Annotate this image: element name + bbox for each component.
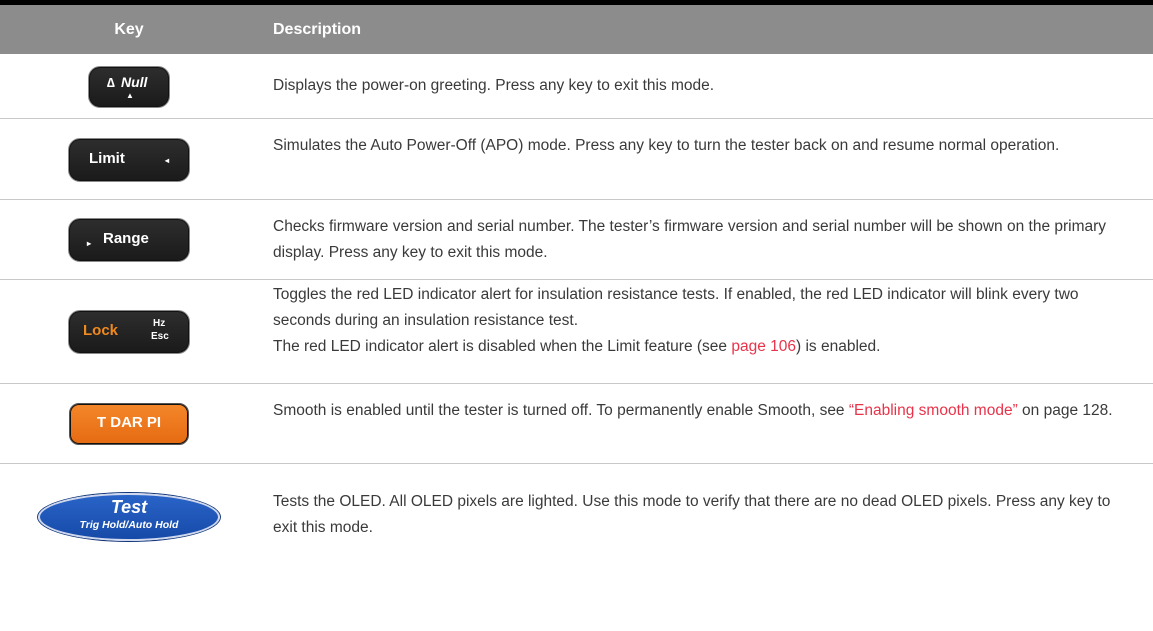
description-note: The red LED indicator alert is disabled … xyxy=(273,334,1118,360)
key-label: Limit xyxy=(89,149,125,167)
key-cell: ▸ Range xyxy=(0,200,258,280)
note-text: The red LED indicator alert is disabled … xyxy=(273,338,732,355)
key-label: Null xyxy=(121,73,148,90)
header-key: Key xyxy=(114,21,144,38)
key-sublabel: Trig Hold/Auto Hold xyxy=(79,518,179,531)
row-description: Smooth is enabled until the tester is tu… xyxy=(273,398,1118,424)
row-description: Displays the power-on greeting. Press an… xyxy=(273,73,1118,99)
description-text: Toggles the red LED indicator alert for … xyxy=(273,286,1079,329)
description-text: Smooth is enabled until the tester is tu… xyxy=(273,398,1118,424)
table-row: Test Trig Hold/Auto Hold Tests the OLED.… xyxy=(0,464,1153,569)
key-label: Lock xyxy=(83,322,119,339)
limit-key-icon: Limit ◂ xyxy=(68,137,190,182)
row-description: Checks firmware version and serial numbe… xyxy=(273,214,1118,266)
note-text-end: ) is enabled. xyxy=(796,338,881,355)
key-label: Test xyxy=(110,496,148,517)
header-description: Description xyxy=(273,21,362,38)
range-key-icon: ▸ Range xyxy=(68,218,190,262)
key-sublabel-esc: Esc xyxy=(151,331,169,342)
table-row: T DAR PI Smooth is enabled until the tes… xyxy=(0,384,1153,464)
lock-key-icon: Lock Hz Esc xyxy=(68,310,190,354)
key-sublabel-hz: Hz xyxy=(153,318,166,329)
key-cell: ∆ Null ▲ xyxy=(0,54,258,119)
key-cell: Test Trig Hold/Auto Hold xyxy=(0,464,258,569)
description-text: Displays the power-on greeting. Press an… xyxy=(273,77,715,94)
description-text: Checks firmware version and serial numbe… xyxy=(273,218,1107,261)
table-row: Lock Hz Esc Toggles the red LED indicato… xyxy=(0,280,1153,384)
row-description: Tests the OLED. All OLED pixels are ligh… xyxy=(273,489,1118,541)
table-header: Key Description xyxy=(0,5,1153,54)
desc-text: Smooth is enabled until the tester is tu… xyxy=(273,402,849,419)
row-description: Toggles the red LED indicator alert for … xyxy=(273,282,1118,360)
page-link[interactable]: page 106 xyxy=(731,338,796,355)
delta-symbol: ∆ xyxy=(107,74,115,90)
description-text: Tests the OLED. All OLED pixels are ligh… xyxy=(273,493,1111,536)
test-key-icon: Test Trig Hold/Auto Hold xyxy=(38,492,220,541)
left-arrow-icon: ◂ xyxy=(165,155,170,165)
up-arrow-icon: ▲ xyxy=(126,90,134,100)
right-arrow-icon: ▸ xyxy=(87,239,92,248)
key-label: Range xyxy=(103,230,149,247)
row-description: Simulates the Auto Power-Off (APO) mode.… xyxy=(273,133,1118,159)
key-cell: T DAR PI xyxy=(0,384,258,464)
section-link[interactable]: “Enabling smooth mode” xyxy=(849,402,1018,419)
key-cell: Limit ◂ xyxy=(0,119,258,200)
table-row: ∆ Null ▲ Displays the power-on greeting.… xyxy=(0,54,1153,119)
description-text: Simulates the Auto Power-Off (APO) mode.… xyxy=(273,137,1060,154)
table-row: ▸ Range Checks firmware version and seri… xyxy=(0,200,1153,280)
null-key-icon: ∆ Null ▲ xyxy=(88,65,170,108)
desc-text-end: on page 128. xyxy=(1017,402,1113,419)
table-row: Limit ◂ Simulates the Auto Power-Off (AP… xyxy=(0,119,1153,200)
key-cell: Lock Hz Esc xyxy=(0,280,258,384)
key-label: T DAR PI xyxy=(96,414,162,431)
tdar-pi-key-icon: T DAR PI xyxy=(69,403,189,445)
